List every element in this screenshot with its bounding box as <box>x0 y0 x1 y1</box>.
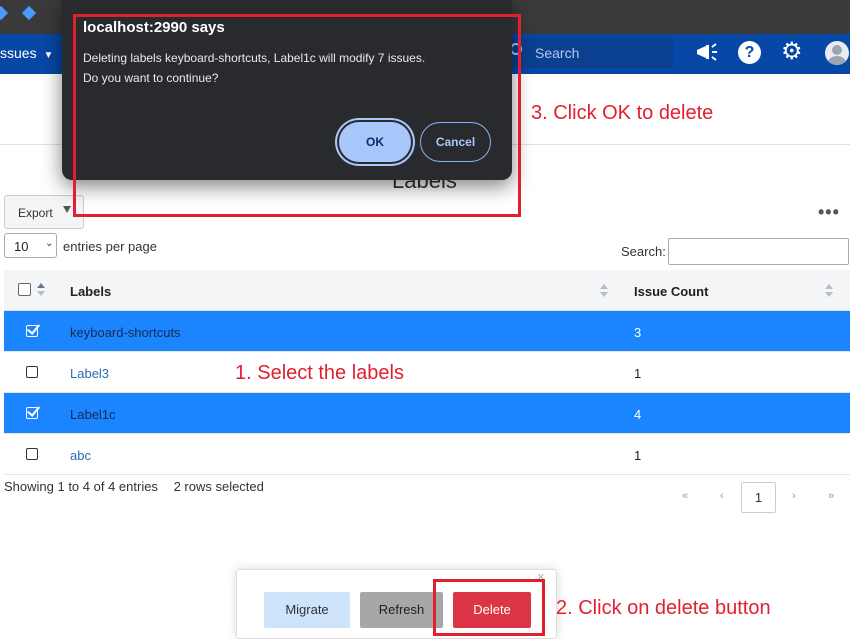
jira-logo-icon[interactable] <box>21 5 37 21</box>
header-search-placeholder: Search <box>535 45 580 61</box>
more-options-icon[interactable]: ••• <box>818 202 840 223</box>
sort-icon[interactable] <box>825 284 833 298</box>
select-all-checkbox[interactable] <box>18 283 31 296</box>
issue-count: 4 <box>634 407 642 422</box>
last-page-button[interactable]: » <box>828 490 834 502</box>
table-header: Labels Issue Count <box>4 270 850 311</box>
chevron-down-icon: ⌄ <box>45 238 54 249</box>
row-checkbox[interactable] <box>26 448 38 460</box>
issue-count: 1 <box>634 448 642 463</box>
help-icon[interactable]: ? <box>738 41 761 64</box>
megaphone-icon[interactable] <box>694 42 718 67</box>
issue-count: 3 <box>634 325 642 340</box>
row-checkbox[interactable] <box>26 325 38 337</box>
table-row[interactable]: keyboard-shortcuts 3 <box>4 311 850 352</box>
annotation-box-dialog <box>73 14 521 217</box>
export-button-label: Export <box>18 206 53 220</box>
issues-menu-label: ssues <box>0 45 37 61</box>
prev-page-button[interactable]: ‹ <box>720 490 724 502</box>
label-name[interactable]: keyboard-shortcuts <box>70 325 181 340</box>
chevron-down-icon: ▼ <box>43 50 54 61</box>
migrate-button[interactable]: Migrate <box>264 592 350 628</box>
sort-icon[interactable] <box>600 284 608 298</box>
label-name[interactable]: abc <box>70 448 91 463</box>
export-button[interactable]: Export <box>4 195 84 229</box>
column-header-issue-count[interactable]: Issue Count <box>634 284 708 299</box>
refresh-button[interactable]: Refresh <box>360 592 443 628</box>
table-row[interactable]: Label3 1 <box>4 352 850 393</box>
entries-info: Showing 1 to 4 of 4 entries <box>4 479 158 494</box>
avatar[interactable] <box>825 41 849 65</box>
row-checkbox[interactable] <box>26 407 38 419</box>
entries-per-page-label: entries per page <box>63 239 157 254</box>
table-row[interactable]: Label1c 4 <box>4 393 850 434</box>
annotation-step2: 2. Click on delete button <box>556 597 771 619</box>
table-search-input[interactable] <box>668 238 849 265</box>
selection-info: 2 rows selected <box>173 479 264 494</box>
annotation-step3: 3. Click OK to delete <box>531 102 714 124</box>
label-name[interactable]: Label1c <box>70 407 116 422</box>
issues-menu[interactable]: ssues ▼ <box>0 45 53 61</box>
column-header-labels[interactable]: Labels <box>70 284 111 299</box>
table-row[interactable]: abc 1 <box>4 434 850 475</box>
next-page-button[interactable]: › <box>792 490 796 502</box>
table-info: Showing 1 to 4 of 4 entries 2 rows selec… <box>4 479 264 494</box>
app-logo-icon <box>0 5 9 21</box>
annotation-box-delete <box>433 579 545 636</box>
annotation-step1: 1. Select the labels <box>235 362 404 384</box>
current-page-button[interactable]: 1 <box>741 482 776 513</box>
caret-down-icon <box>63 206 71 213</box>
first-page-button[interactable]: « <box>682 490 688 502</box>
table-search-label: Search: <box>621 244 666 259</box>
entries-per-page-select[interactable]: 10 ⌄ <box>4 233 57 258</box>
issue-count: 1 <box>634 366 642 381</box>
entries-per-page-value: 10 <box>14 239 29 254</box>
sort-icon[interactable] <box>37 283 45 297</box>
row-checkbox[interactable] <box>26 366 38 378</box>
header-search-input[interactable]: Search <box>506 38 673 68</box>
label-name[interactable]: Label3 <box>70 366 109 381</box>
gear-icon[interactable]: ⚙ <box>781 40 803 64</box>
